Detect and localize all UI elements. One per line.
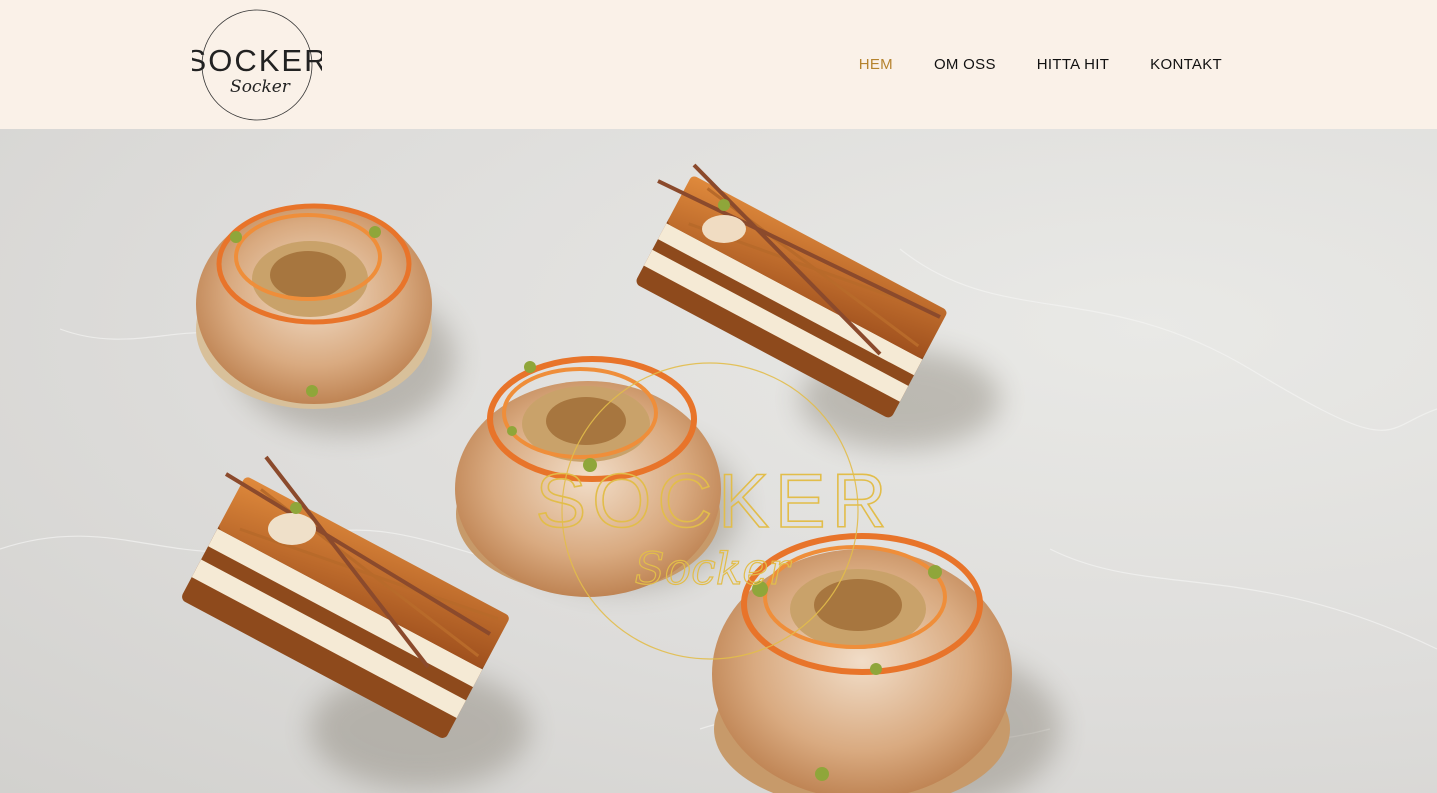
hero-image: SOCKER Socker bbox=[0, 129, 1437, 793]
watermark-script: Socker bbox=[634, 544, 792, 595]
nav-item-om-oss[interactable]: OM OSS bbox=[934, 56, 996, 73]
logo-script: Socker bbox=[230, 77, 291, 97]
socker-logo-icon: SOCKER Socker bbox=[192, 9, 322, 121]
main-nav: HEM OM OSS HITTA HIT KONTAKT bbox=[859, 0, 1222, 129]
nav-item-hitta-hit[interactable]: HITTA HIT bbox=[1037, 56, 1109, 73]
pastries-photo: SOCKER Socker bbox=[0, 163, 1437, 793]
nav-item-hem[interactable]: HEM bbox=[859, 56, 893, 73]
logo[interactable]: SOCKER Socker bbox=[192, 8, 322, 122]
nav-item-kontakt[interactable]: KONTAKT bbox=[1150, 56, 1222, 73]
logo-wordmark: SOCKER bbox=[192, 43, 322, 78]
site-header: SOCKER Socker HEM OM OSS HITTA HIT KONTA… bbox=[0, 0, 1437, 129]
watermark-wordmark: SOCKER bbox=[536, 459, 893, 544]
